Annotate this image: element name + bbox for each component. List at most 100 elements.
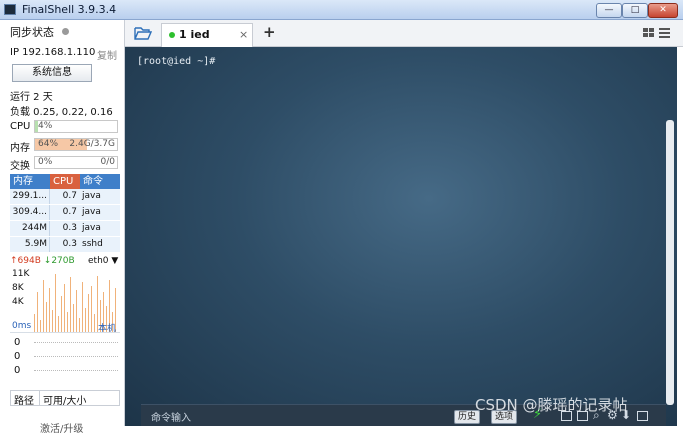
- terminal-prompt: [root@ied ~]#: [137, 56, 216, 67]
- activate-upgrade-link[interactable]: 激活/升级: [40, 420, 83, 435]
- ping-gridline: [34, 356, 118, 357]
- sync-status-label: 同步状态: [10, 26, 54, 39]
- network-graph-bar: [88, 294, 89, 332]
- close-tab-icon[interactable]: ×: [239, 28, 248, 41]
- row-mem: 244M: [10, 221, 50, 236]
- download-speed: 270B: [51, 256, 75, 266]
- process-table: 内存 CPU 命令 299.1... 0.7 java 309.4... 0.7…: [10, 174, 120, 253]
- network-graph-bar: [61, 296, 62, 332]
- row-mem: 299.1...: [10, 189, 50, 204]
- row-mem: 309.4...: [10, 205, 50, 220]
- add-tab-button[interactable]: +: [263, 23, 276, 41]
- row-cmd: sshd: [82, 239, 103, 249]
- watermark-text: CSDN @滕瑶的记录帖: [475, 396, 628, 414]
- net-speeds: ↑694B ↓270B: [10, 256, 75, 266]
- row-cpu: 0.3: [62, 223, 77, 233]
- network-graph-bar: [37, 292, 38, 332]
- network-graph-bar: [82, 282, 83, 332]
- cpu-percent: 4%: [38, 121, 53, 131]
- row-cmd: java: [82, 191, 101, 201]
- load-text: 负载 0.25, 0.22, 0.16: [10, 107, 113, 118]
- ping-value: 0: [14, 365, 21, 376]
- network-graph-bar: [49, 288, 50, 332]
- interface-select[interactable]: eth0 ▼: [88, 256, 118, 266]
- connected-dot-icon: [169, 32, 175, 38]
- uptime-text: 运行 2 天: [10, 92, 53, 103]
- network-graph-bar: [70, 277, 71, 332]
- row-cmd: java: [82, 207, 101, 217]
- row-cpu: 0.3: [62, 239, 77, 249]
- sync-status-dot-icon: [62, 28, 69, 35]
- network-graph-bar: [34, 314, 35, 332]
- cpu-label: CPU: [10, 121, 31, 132]
- header-mem[interactable]: 内存: [10, 174, 50, 189]
- cpu-meter: 4%: [34, 120, 118, 133]
- network-graph-bar: [46, 302, 47, 332]
- network-graph-bar: [79, 318, 80, 332]
- network-graph-bar: [76, 290, 77, 332]
- net-tick-4k: 4K: [12, 297, 24, 307]
- network-graph-bar: [85, 308, 86, 332]
- expand-icon[interactable]: [637, 411, 648, 421]
- network-graph-bar: [67, 312, 68, 332]
- swap-label: 交换: [10, 161, 30, 172]
- ping-value: 0: [14, 337, 21, 348]
- mem-percent: 64%: [38, 139, 59, 149]
- disk-path-header[interactable]: 路径: [14, 392, 34, 407]
- terminal-scrollbar[interactable]: [666, 120, 674, 405]
- header-cmd[interactable]: 命令: [80, 174, 120, 189]
- ping-label: 0ms: [12, 321, 32, 331]
- network-graph-bar: [73, 304, 74, 332]
- tab-label: 1 ied: [179, 28, 210, 41]
- folder-open-icon[interactable]: [134, 26, 152, 40]
- upload-speed: 694B: [17, 256, 41, 266]
- mem-detail: 2.4G/3.7G: [69, 139, 115, 149]
- sidebar: 同步状态 IP 192.168.1.110 复制 系统信息 运行 2 天 负载 …: [0, 20, 125, 435]
- network-graph-bar: [55, 274, 56, 332]
- network-graph-bar: [64, 284, 65, 332]
- swap-meter: 0% 0/0: [34, 156, 118, 169]
- network-graph-bar: [52, 310, 53, 332]
- table-row[interactable]: 309.4... 0.7 java: [10, 205, 120, 221]
- menu-icon[interactable]: [659, 28, 670, 38]
- tab-session-1[interactable]: 1 ied ×: [161, 23, 253, 47]
- interface-name: eth0: [88, 256, 109, 266]
- row-cpu: 0.7: [62, 207, 77, 217]
- command-input[interactable]: 命令输入: [151, 409, 191, 424]
- divider: [39, 391, 40, 405]
- ip-address: IP 192.168.1.110: [10, 47, 96, 58]
- net-tick-11k: 11K: [12, 269, 30, 279]
- network-graph-bar: [40, 320, 41, 332]
- ping-gridline: [34, 370, 118, 371]
- chevron-down-icon: ▼: [108, 256, 119, 266]
- network-graph-bar: [94, 314, 95, 332]
- ping-value: 0: [14, 351, 21, 362]
- terminal-area[interactable]: [root@ied ~]#: [125, 47, 677, 426]
- window-title: FinalShell 3.9.3.4: [22, 3, 117, 16]
- mem-label: 内存: [10, 143, 30, 154]
- close-button[interactable]: ✕: [648, 3, 678, 18]
- network-graph-bar: [58, 316, 59, 332]
- swap-percent: 0%: [38, 157, 53, 167]
- tab-bar: 1 ied × +: [125, 20, 683, 47]
- network-graph-bar: [43, 280, 44, 332]
- divider: [10, 332, 120, 333]
- ping-gridline: [34, 342, 118, 343]
- app-icon: [4, 4, 16, 15]
- disk-size-header[interactable]: 可用/大小: [43, 392, 86, 407]
- upload-arrow-icon: ↑: [10, 256, 18, 266]
- table-row[interactable]: 299.1... 0.7 java: [10, 189, 120, 205]
- copy-ip-link[interactable]: 复制: [97, 47, 117, 62]
- maximize-button[interactable]: □: [622, 3, 648, 18]
- disk-table-header: 路径 可用/大小: [10, 390, 120, 407]
- table-row[interactable]: 244M 0.3 java: [10, 221, 120, 237]
- header-cpu[interactable]: CPU: [50, 174, 80, 189]
- network-graph-bar: [91, 286, 92, 332]
- table-row[interactable]: 5.9M 0.3 sshd: [10, 237, 120, 253]
- minimize-button[interactable]: —: [596, 3, 622, 18]
- title-bar: FinalShell 3.9.3.4 — □ ✕: [0, 0, 683, 20]
- system-info-button[interactable]: 系统信息: [12, 64, 92, 82]
- row-cpu: 0.7: [62, 191, 77, 201]
- mem-meter: 64% 2.4G/3.7G: [34, 138, 118, 151]
- process-table-header: 内存 CPU 命令: [10, 174, 120, 189]
